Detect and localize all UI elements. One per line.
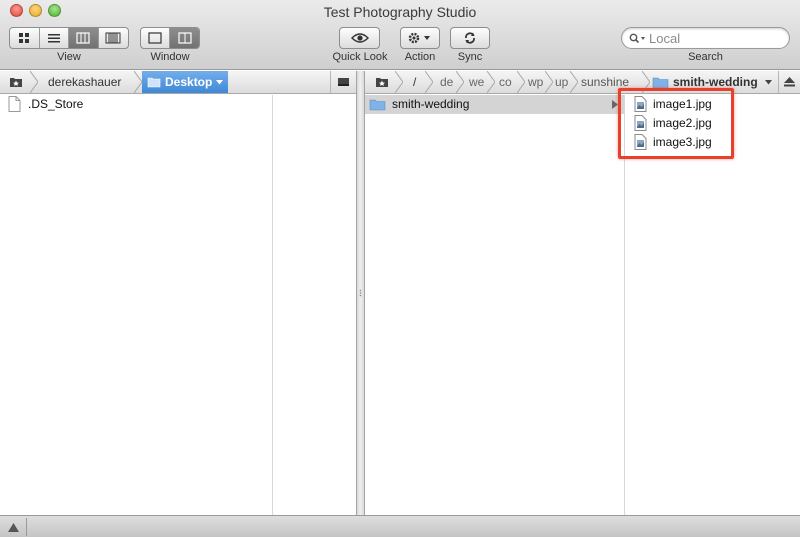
path-item-desktop-label: Desktop [165, 75, 213, 89]
column-divider[interactable] [272, 95, 273, 515]
sync-icon [465, 32, 475, 44]
list-icon [47, 34, 60, 43]
search-placeholder: Local [649, 31, 681, 46]
folder-icon [369, 99, 386, 111]
window-segmented-control [140, 27, 200, 49]
document-icon [8, 96, 21, 112]
search-field[interactable]: Local [621, 27, 790, 49]
path-separator [425, 71, 433, 93]
path-item-up[interactable]: up [555, 71, 571, 93]
list-item[interactable]: .DS_Store [0, 95, 272, 114]
search-icon [629, 33, 645, 44]
path-separator [134, 71, 142, 93]
gear-icon [408, 32, 430, 44]
sync-button[interactable] [450, 27, 490, 49]
status-bar [0, 515, 800, 537]
highlight-box [618, 88, 734, 159]
triangle-up-icon [8, 523, 19, 532]
pane-splitter[interactable] [356, 71, 365, 515]
eject-icon [784, 77, 795, 87]
chevron-down-icon [765, 80, 772, 85]
path-item-de[interactable]: de [440, 71, 456, 93]
search-label: Search [688, 51, 723, 63]
grid-icon [19, 33, 30, 43]
dual-pane-button[interactable] [170, 28, 199, 48]
favorites-folder-icon [376, 78, 388, 87]
coverflow-icon [105, 32, 121, 44]
path-separator [395, 71, 403, 93]
columns-icon [76, 32, 90, 44]
left-pathbar: derekashauer Desktop [0, 71, 356, 94]
sync-label: Sync [457, 51, 483, 63]
window-title: Test Photography Studio [323, 4, 477, 20]
chevron-down-icon [216, 80, 223, 85]
status-divider [26, 518, 27, 536]
path-separator [545, 71, 553, 93]
eject-button[interactable] [778, 71, 800, 93]
favorites-folder-icon [10, 78, 22, 87]
window: Test Photography Studio View Window Quic… [0, 0, 800, 537]
drive-icon [338, 78, 349, 86]
folder-name: smith-wedding [392, 97, 470, 111]
eye-icon [350, 33, 369, 43]
toolbar: Test Photography Studio View Window Quic… [0, 0, 800, 70]
path-item-co[interactable]: co [499, 71, 517, 93]
view-segmented-control [9, 27, 129, 49]
quicklook-button[interactable] [339, 27, 380, 49]
view-icons-button[interactable] [10, 28, 40, 48]
action-label: Action [404, 51, 436, 63]
single-pane-button[interactable] [141, 28, 171, 48]
favorites-button[interactable] [0, 71, 30, 93]
path-item-wp[interactable]: wp [528, 71, 546, 93]
path-separator [456, 71, 464, 93]
path-separator [487, 71, 495, 93]
single-pane-icon [148, 32, 162, 44]
right-favorites-button[interactable] [365, 71, 395, 93]
right-pane [365, 95, 800, 515]
window-label: Window [150, 51, 190, 63]
file-name: .DS_Store [28, 97, 84, 111]
path-separator [570, 71, 578, 93]
path-item-derekashauer[interactable]: derekashauer [42, 71, 138, 93]
action-button[interactable] [400, 27, 440, 49]
view-label: View [57, 51, 81, 63]
dual-pane-icon [177, 32, 192, 44]
quicklook-label: Quick Look [332, 51, 388, 63]
view-coverflow-button[interactable] [99, 28, 128, 48]
list-item[interactable]: smith-wedding [365, 95, 624, 114]
right-pathbar: / de we co wp up sunshine smith-wedding [365, 71, 800, 94]
view-columns-button[interactable] [69, 28, 99, 48]
splitter-grip-icon [359, 289, 362, 297]
left-drive-button[interactable] [330, 71, 356, 93]
left-pane [0, 95, 356, 515]
view-list-button[interactable] [40, 28, 69, 48]
path-separator [30, 71, 38, 93]
path-item-we[interactable]: we [469, 71, 487, 93]
path-separator [517, 71, 525, 93]
desktop-folder-icon [147, 77, 161, 88]
path-item-desktop[interactable]: Desktop [142, 71, 228, 93]
